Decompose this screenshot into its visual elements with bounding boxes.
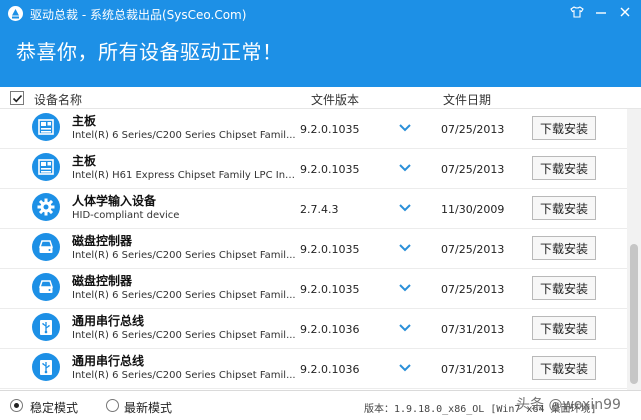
checkmark-icon	[12, 94, 23, 103]
download-install-button[interactable]: 下载安装	[532, 316, 596, 340]
chevron-down-icon[interactable]	[398, 162, 412, 174]
file-date: 07/25/2013	[441, 243, 505, 256]
download-install-button[interactable]: 下载安装	[532, 116, 596, 140]
chevron-down-icon[interactable]	[398, 202, 412, 214]
device-name: 通用串行总线	[72, 354, 145, 368]
driver-list: 主板 Intel(R) 6 Series/C200 Series Chipset…	[0, 109, 641, 390]
window-title: 驱动总裁 - 系统总裁出品(SysCeo.Com)	[30, 8, 247, 22]
disk-icon	[32, 273, 60, 301]
chevron-down-icon[interactable]	[398, 362, 412, 374]
file-date: 07/25/2013	[441, 283, 505, 296]
download-install-button[interactable]: 下载安装	[532, 276, 596, 300]
latest-mode-label[interactable]: 最新模式	[124, 399, 172, 416]
device-name: 磁盘控制器	[72, 274, 133, 288]
disk-icon	[32, 233, 60, 261]
watermark: 头条 @woxin99	[516, 397, 621, 413]
file-date: 11/30/2009	[441, 203, 505, 216]
file-version: 9.2.0.1035	[300, 243, 360, 256]
column-device-name: 设备名称	[34, 93, 83, 107]
skin-button[interactable]	[566, 2, 588, 22]
usb-icon	[32, 313, 60, 341]
header: 驱动总裁 - 系统总裁出品(SysCeo.Com) 恭喜你，所有设备驱动正常！	[0, 0, 641, 87]
minimize-button[interactable]	[590, 2, 612, 22]
chevron-down-icon[interactable]	[398, 122, 412, 134]
file-version: 9.2.0.1036	[300, 323, 360, 336]
file-date: 07/25/2013	[441, 163, 505, 176]
device-description: Intel(R) 6 Series/C200 Series Chipset Fa…	[72, 290, 296, 301]
stable-mode-label[interactable]: 稳定模式	[30, 399, 78, 416]
driver-row[interactable]: 通用串行总线 Intel(R) 6 Series/C200 Series Chi…	[0, 309, 627, 349]
file-version: 9.2.0.1036	[300, 363, 360, 376]
title-bar: 驱动总裁 - 系统总裁出品(SysCeo.Com)	[0, 0, 641, 26]
driver-row[interactable]: 磁盘控制器 Intel(R) 6 Series/C200 Series Chip…	[0, 269, 627, 309]
download-install-button[interactable]: 下载安装	[532, 356, 596, 380]
driver-manager-window: 驱动总裁 - 系统总裁出品(SysCeo.Com) 恭喜你，所有设备驱动正常！	[0, 0, 641, 420]
device-name: 通用串行总线	[72, 314, 145, 328]
close-icon	[620, 7, 630, 17]
file-version: 9.2.0.1035	[300, 123, 360, 136]
driver-row[interactable]: 通用串行总线 Intel(R) 6 Series/C200 Series Chi…	[0, 349, 627, 389]
app-logo-icon	[8, 6, 23, 21]
device-description: Intel(R) 6 Series/C200 Series Chipset Fa…	[72, 130, 296, 141]
close-button[interactable]	[614, 2, 636, 22]
radio-selected-dot	[14, 403, 19, 408]
driver-row[interactable]: 磁盘控制器 Intel(R) 6 Series/C200 Series Chip…	[0, 229, 627, 269]
stable-mode-radio[interactable]	[10, 399, 23, 412]
device-description: Intel(R) H61 Express Chipset Family LPC …	[72, 170, 296, 181]
vertical-scrollbar[interactable]	[627, 109, 641, 390]
device-description: Intel(R) 6 Series/C200 Series Chipset Fa…	[72, 330, 296, 341]
device-name: 人体学输入设备	[72, 194, 157, 208]
driver-row[interactable]: 主板 Intel(R) H61 Express Chipset Family L…	[0, 149, 627, 189]
file-date: 07/31/2013	[441, 323, 505, 336]
chevron-down-icon[interactable]	[398, 242, 412, 254]
file-version: 9.2.0.1035	[300, 163, 360, 176]
file-date: 07/31/2013	[441, 363, 505, 376]
driver-row[interactable]: 主板 Intel(R) 6 Series/C200 Series Chipset…	[0, 109, 627, 149]
column-file-date: 文件日期	[443, 93, 492, 107]
device-description: Intel(R) 6 Series/C200 Series Chipset Fa…	[72, 370, 296, 381]
device-description: Intel(R) 6 Series/C200 Series Chipset Fa…	[72, 250, 296, 261]
footer: 稳定模式 最新模式 版本：1.9.18.0_x86_OL [Win7 x64 桌…	[0, 390, 641, 420]
chevron-down-icon[interactable]	[398, 282, 412, 294]
motherboard-icon	[32, 113, 60, 141]
motherboard-icon	[32, 153, 60, 181]
device-description: HID-compliant device	[72, 210, 180, 221]
download-install-button[interactable]: 下载安装	[532, 156, 596, 180]
usb-icon	[32, 353, 60, 381]
device-name: 主板	[72, 114, 97, 128]
file-version: 9.2.0.1035	[300, 283, 360, 296]
file-version: 2.7.4.3	[300, 203, 339, 216]
latest-mode-radio[interactable]	[106, 399, 119, 412]
column-header: 设备名称 文件版本 文件日期	[0, 87, 641, 109]
select-all-checkbox[interactable]	[10, 91, 24, 105]
download-install-button[interactable]: 下载安装	[532, 196, 596, 220]
device-name: 磁盘控制器	[72, 234, 133, 248]
shirt-icon	[570, 6, 584, 18]
file-date: 07/25/2013	[441, 123, 505, 136]
status-headline: 恭喜你，所有设备驱动正常！	[16, 40, 283, 64]
scrollbar-thumb[interactable]	[630, 244, 638, 384]
driver-row[interactable]: 人体学输入设备 HID-compliant device 2.7.4.3 11/…	[0, 189, 627, 229]
gear-icon	[32, 193, 60, 221]
device-name: 主板	[72, 154, 97, 168]
chevron-down-icon[interactable]	[398, 322, 412, 334]
column-file-version: 文件版本	[311, 93, 360, 107]
download-install-button[interactable]: 下载安装	[532, 236, 596, 260]
minimize-icon	[596, 12, 606, 14]
